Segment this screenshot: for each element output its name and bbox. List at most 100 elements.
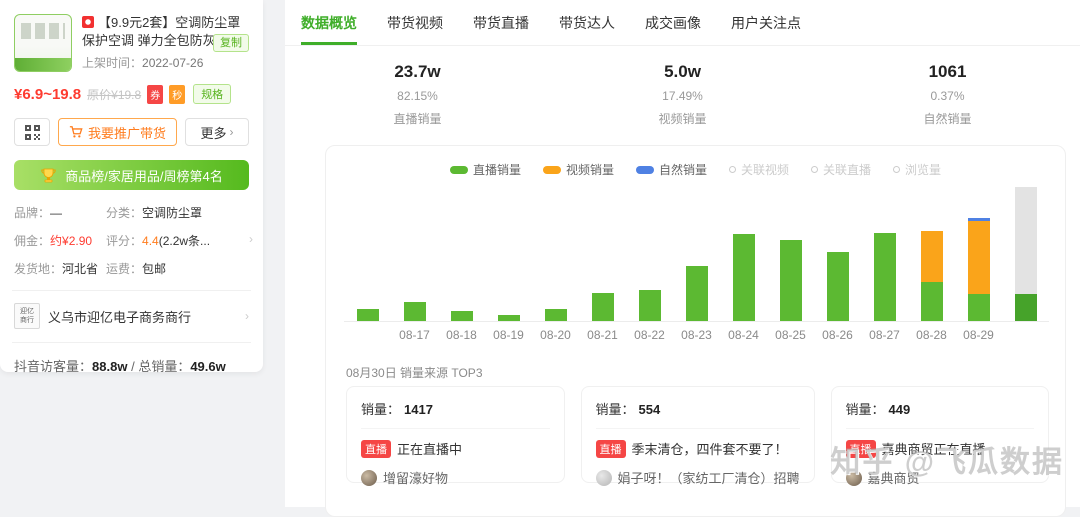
top3-card[interactable]: 销量：554 直播 季末清仓，四件套不要了！ 娟子呀！（家纺工厂清仓）招聘 [581, 386, 815, 483]
price: ¥6.9~19.8 [14, 86, 81, 103]
separator: / [131, 359, 135, 374]
stacked-bar [780, 240, 802, 321]
legend-item[interactable]: 浏览量 [893, 161, 941, 178]
product-panel: 【9.9元2套】空调防尘罩 保护空调 弹力全包防灰尘... 复制 上架时间：20… [0, 0, 263, 372]
bar-slot[interactable]: 08-28 [908, 186, 955, 321]
x-axis-label: 08-24 [728, 328, 759, 342]
info-rating[interactable]: 评分：4.4(2.2w条... › [106, 232, 249, 249]
legend-item[interactable]: 直播销量 [450, 161, 521, 178]
listed-date: 2022-07-26 [142, 56, 203, 70]
stacked-bar [451, 311, 473, 321]
tab-videos[interactable]: 带货视频 [387, 13, 443, 45]
stats-row: 23.7w82.15%直播销量 5.0w17.49%视频销量 10610.37%… [285, 46, 1080, 127]
info-ship-from: 发货地：河北省 [14, 260, 106, 277]
spec-button[interactable]: 规格 [193, 84, 231, 104]
rating-chevron-icon[interactable]: › [249, 232, 253, 246]
bar-slot[interactable] [1002, 186, 1049, 321]
streamer-name[interactable]: 娟子呀！（家纺工厂清仓）招聘 [618, 468, 800, 487]
tab-user-focus[interactable]: 用户关注点 [731, 13, 801, 45]
bar-slot[interactable]: 08-23 [673, 186, 720, 321]
visitor-stats: 抖音访客量：88.8w / 总销量：49.6w [14, 356, 249, 375]
more-button[interactable]: 更多 › [185, 118, 249, 146]
legend-item[interactable]: 自然销量 [636, 161, 707, 178]
stat-live-sales: 23.7w82.15%直播销量 [285, 62, 550, 127]
info-commission: 佣金：约¥2.90 [14, 232, 106, 249]
stacked-bar [592, 293, 614, 321]
legend-item[interactable]: 视频销量 [543, 161, 614, 178]
info-shipping: 运费：包邮 [106, 260, 249, 277]
bar-slot[interactable]: 08-19 [485, 186, 532, 321]
chart-legend: 直播销量 视频销量 自然销量 关联视频 关联直播 浏览量 [326, 161, 1065, 178]
shop-name: 义乌市迎亿电子商务商行 [48, 307, 237, 326]
visitor-value: 88.8w [92, 359, 127, 374]
bar-slot[interactable]: 08-26 [814, 186, 861, 321]
bar-slot[interactable]: 08-24 [720, 186, 767, 321]
stacked-bar [639, 290, 661, 321]
main-panel: 数据概览 带货视频 带货直播 带货达人 成交画像 用户关注点 23.7w82.1… [285, 0, 1080, 507]
bar-slot[interactable]: 08-21 [579, 186, 626, 321]
shop-row[interactable]: 迎亿商行 义乌市迎亿电子商务商行 › [14, 303, 249, 329]
stat-natural-sales: 10610.37%自然销量 [815, 62, 1080, 127]
bar-slot[interactable]: 08-18 [438, 186, 485, 321]
trophy-icon [40, 167, 57, 184]
stacked-bar [1015, 187, 1037, 321]
tab-data-overview[interactable]: 数据概览 [301, 13, 357, 45]
avatar [846, 470, 862, 486]
x-axis-label: 08-29 [963, 328, 994, 342]
qr-code-button[interactable] [14, 118, 50, 146]
promote-button[interactable]: 我要推广带货 [58, 118, 177, 146]
douyin-shop-icon [82, 16, 94, 28]
legend-item[interactable]: 关联视频 [729, 161, 789, 178]
stacked-bar [921, 231, 943, 321]
x-axis-label: 08-17 [399, 328, 430, 342]
streamer-name[interactable]: 增留濠好物 [383, 468, 448, 487]
bar-slot[interactable]: 08-27 [861, 186, 908, 321]
product-thumbnail[interactable] [14, 14, 72, 72]
total-sales-value: 49.6w [190, 359, 225, 374]
live-badge: 直播 [596, 440, 626, 458]
x-axis-label: 08-19 [493, 328, 524, 342]
stacked-bar [686, 266, 708, 321]
bar-slot[interactable]: 08-20 [532, 186, 579, 321]
listed-label: 上架时间： [82, 56, 142, 70]
visitor-label: 抖音访客量： [14, 359, 92, 374]
legend-swatch-icon [543, 166, 561, 174]
top3-card[interactable]: 销量：449 直播 嘉典商贸正在直播 嘉典商贸 [831, 386, 1050, 483]
price-row: ¥6.9~19.8 原价¥19.8 券 秒 规格 [14, 84, 249, 104]
x-axis-label: 08-21 [587, 328, 618, 342]
top3-section-title: 08月30日 销量来源 TOP3 [346, 364, 483, 381]
original-price: 原价¥19.8 [87, 86, 141, 103]
top3-card[interactable]: 销量：1417 直播 正在直播中 增留濠好物 [346, 386, 565, 483]
stacked-bar [357, 309, 379, 321]
product-header: 【9.9元2套】空调防尘罩 保护空调 弹力全包防灰尘... 复制 上架时间：20… [14, 14, 249, 72]
legend-circle-icon [811, 166, 818, 173]
bar-slot[interactable]: 08-29 [955, 186, 1002, 321]
tab-influencers[interactable]: 带货达人 [559, 13, 615, 45]
total-sales-label: 总销量： [138, 359, 190, 374]
tab-buyer-profile[interactable]: 成交画像 [645, 13, 701, 45]
bar-slot[interactable]: 08-22 [626, 186, 673, 321]
stacked-bar [874, 233, 896, 321]
info-category: 分类：空调防尘罩 [106, 204, 249, 221]
chevron-right-icon: › [230, 125, 234, 139]
stacked-bar [827, 252, 849, 321]
stacked-bar [404, 302, 426, 321]
sales-chart-card: 直播销量视频销量自然销量关联视频关联直播浏览量 08-1708-1808-190… [325, 145, 1066, 517]
bar-slot[interactable]: 08-17 [391, 186, 438, 321]
bar-slot[interactable]: 08-25 [767, 186, 814, 321]
sales-value: 554 [639, 402, 661, 417]
bar-slot[interactable] [344, 186, 391, 321]
copy-button[interactable]: 复制 [213, 34, 249, 52]
avatar [361, 470, 377, 486]
action-buttons: 我要推广带货 更多 › [14, 118, 249, 146]
legend-item[interactable]: 关联直播 [811, 161, 871, 178]
rank-banner[interactable]: 商品榜/家居用品/周榜第4名 [14, 160, 249, 190]
streamer-name[interactable]: 嘉典商贸 [868, 468, 920, 487]
divider [361, 428, 550, 429]
cart-icon [69, 125, 83, 139]
x-axis-label: 08-25 [775, 328, 806, 342]
live-badge: 直播 [846, 440, 876, 458]
live-desc: 嘉典商贸正在直播 [882, 439, 986, 458]
tab-livestreams[interactable]: 带货直播 [473, 13, 529, 45]
divider [596, 428, 800, 429]
